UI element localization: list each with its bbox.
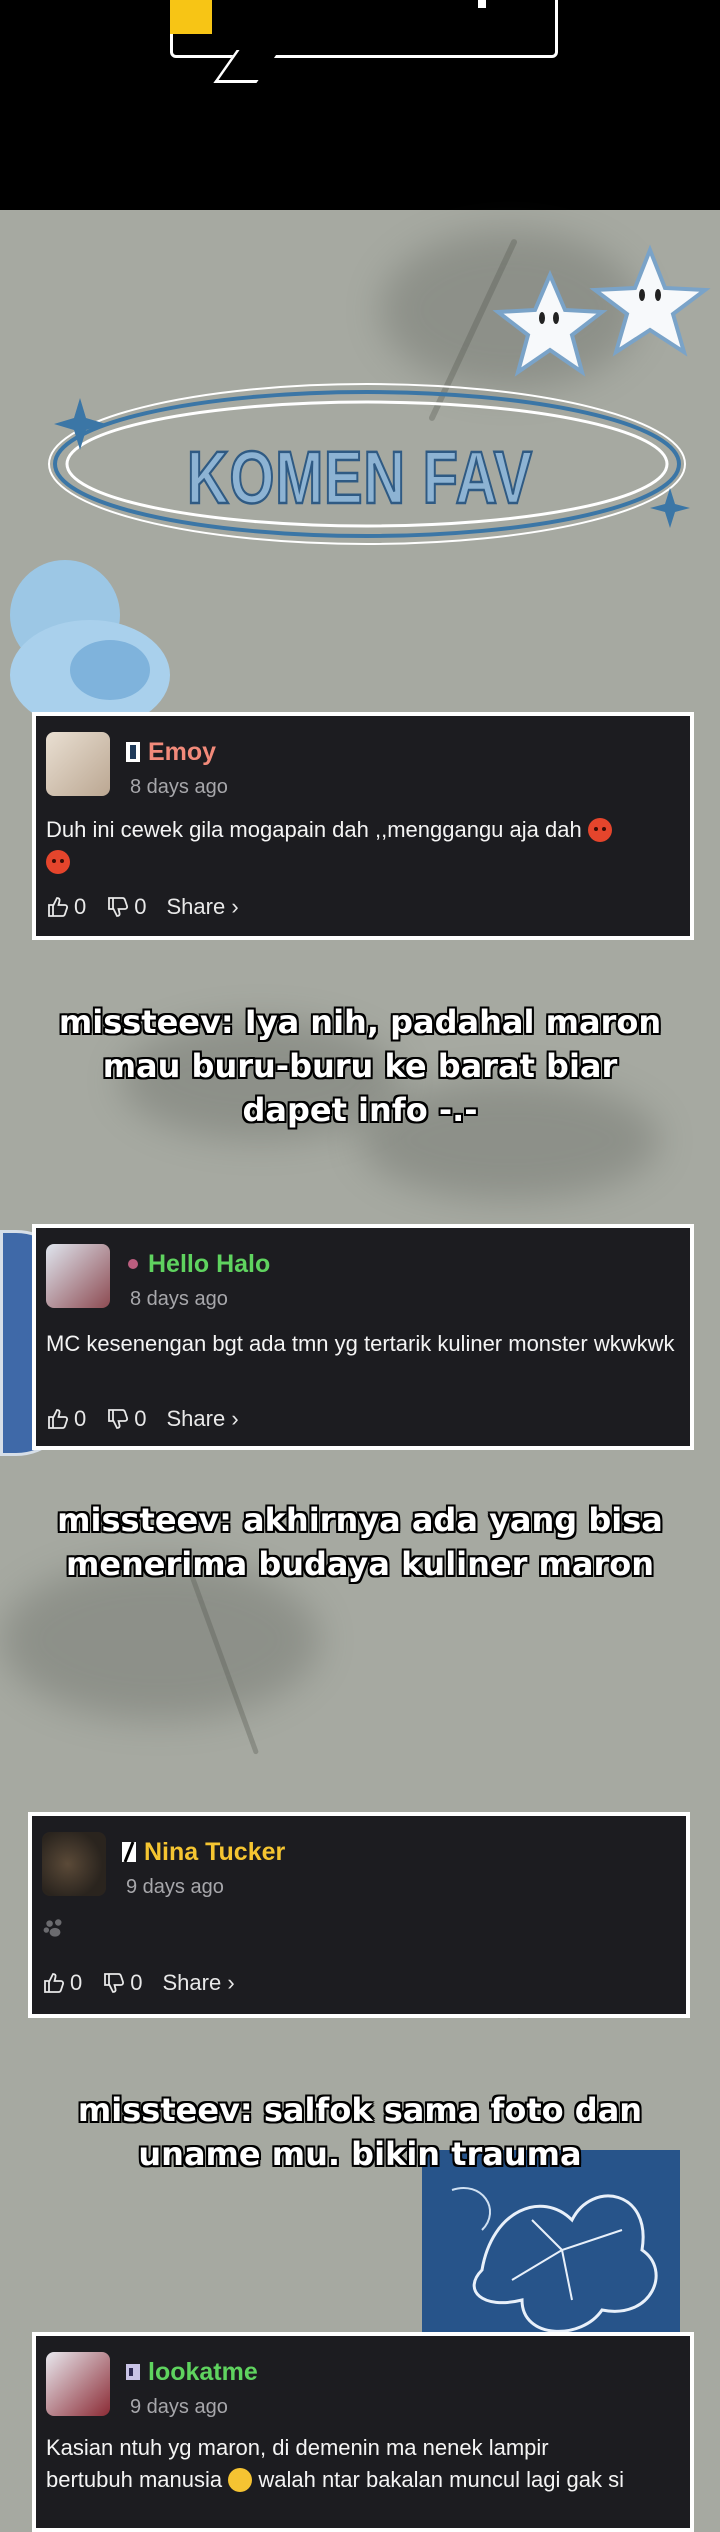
thumbs-down-icon — [108, 1409, 129, 1429]
comment-text-part: walah ntar bakalan muncul lagi gak si — [252, 2467, 624, 2492]
bubble-mark — [478, 0, 486, 8]
dislike-button[interactable]: 0 — [106, 894, 147, 920]
thumbs-down-icon — [104, 1973, 125, 1993]
caption-line: missteev: Iya nih, padahal maron — [58, 1003, 662, 1041]
comment-actions: 0 0 Share › — [42, 1970, 245, 1996]
grin-emoji — [228, 2468, 253, 2492]
dislike-button[interactable]: 0 — [106, 1406, 147, 1432]
comment-actions: 0 0 Share › — [46, 1406, 249, 1432]
top-banner — [0, 0, 720, 210]
comment-card: Hello Halo 8 days ago MC kesenengan bgt … — [32, 1224, 694, 1450]
like-count: 0 — [74, 1406, 87, 1431]
caption-line: missteev: akhirnya ada yang bisa — [57, 1501, 663, 1539]
star-decoration — [492, 244, 711, 377]
comment-actions: 0 0 Share › — [46, 894, 249, 920]
speech-bubble — [170, 0, 558, 58]
comment-text: Duh ini cewek gila mogapain dah ,,mengga… — [46, 814, 686, 878]
share-button[interactable]: Share › — [163, 1970, 235, 1996]
avatar[interactable] — [42, 1832, 106, 1896]
like-count: 0 — [70, 1970, 83, 1995]
caption-line: uname mu. bikin trauma — [138, 2135, 582, 2173]
like-button[interactable]: 0 — [42, 1970, 82, 1996]
angry-face-emoji — [587, 818, 612, 842]
thumbs-up-icon — [48, 1409, 69, 1429]
angry-face-emoji — [46, 850, 70, 874]
thumbs-up-icon — [48, 897, 69, 917]
dislike-count: 0 — [134, 1406, 147, 1431]
comment-time: 9 days ago — [130, 2396, 228, 2418]
comment-text — [42, 1916, 682, 1951]
caption-line: mau buru-buru ke barat biar — [102, 1047, 618, 1085]
comment-card: lookatme 9 days ago Kasian ntuh yg maron… — [32, 2332, 694, 2532]
dislike-count: 0 — [130, 1970, 143, 1995]
comment-username[interactable]: lookatme — [148, 2358, 258, 2387]
comment-time: 8 days ago — [130, 776, 228, 798]
comment-time: 8 days ago — [130, 1288, 228, 1310]
yellow-accent — [170, 0, 212, 34]
share-button[interactable]: Share › — [167, 894, 239, 920]
badge-icon — [126, 2364, 140, 2380]
like-button[interactable]: 0 — [46, 894, 86, 920]
badge-icon — [122, 1842, 136, 1862]
caption-3: missteev: salfok sama foto dan uname mu.… — [40, 2088, 680, 2176]
comment-card: Emoy 8 days ago Duh ini cewek gila mogap… — [32, 712, 694, 940]
comment-text: Kasian ntuh yg maron, di demenin ma nene… — [46, 2432, 686, 2496]
paw-icon — [43, 1919, 62, 1937]
like-button[interactable]: 0 — [46, 1406, 86, 1432]
comment-text: MC kesenengan bgt ada tmn yg tertarik ku… — [46, 1331, 675, 1356]
avatar[interactable] — [46, 732, 110, 796]
caption-2: missteev: akhirnya ada yang bisa menerim… — [40, 1498, 680, 1586]
badge-icon — [126, 742, 140, 762]
comment-username[interactable]: Nina Tucker — [144, 1838, 285, 1867]
comment-username[interactable]: Emoy — [148, 738, 216, 767]
comment-card: Nina Tucker 9 days ago 0 0 Share › — [28, 1812, 690, 2018]
like-count: 0 — [74, 894, 87, 919]
flower-image — [422, 2150, 680, 2340]
comment-time: 9 days ago — [126, 1876, 224, 1898]
avatar[interactable] — [46, 2352, 110, 2416]
comment-text-line: Kasian ntuh yg maron, di demenin ma nene… — [46, 2435, 549, 2460]
comment-text-line: bertubuh manusia walah ntar bakalan munc… — [46, 2464, 686, 2496]
dislike-button[interactable]: 0 — [102, 1970, 143, 1996]
caption-line: missteev: salfok sama foto dan — [77, 2091, 643, 2129]
caption-line: dapet info -.- — [242, 1091, 478, 1129]
share-button[interactable]: Share › — [167, 1406, 239, 1432]
page-title: KOMEN FAV — [186, 435, 533, 521]
thumbs-up-icon — [44, 1973, 65, 1993]
badge-icon — [128, 1259, 138, 1269]
avatar[interactable] — [46, 1244, 110, 1308]
caption-1: missteev: Iya nih, padahal maron mau bur… — [40, 1000, 680, 1132]
comment-text-content: Duh ini cewek gila mogapain dah ,,mengga… — [46, 817, 588, 842]
blob-decoration — [70, 640, 150, 700]
comment-text-part: bertubuh manusia — [46, 2467, 229, 2492]
dislike-count: 0 — [134, 894, 147, 919]
thumbs-down-icon — [108, 897, 129, 917]
caption-line: menerima budaya kuliner maron — [65, 1545, 655, 1583]
comment-username[interactable]: Hello Halo — [148, 1250, 270, 1279]
